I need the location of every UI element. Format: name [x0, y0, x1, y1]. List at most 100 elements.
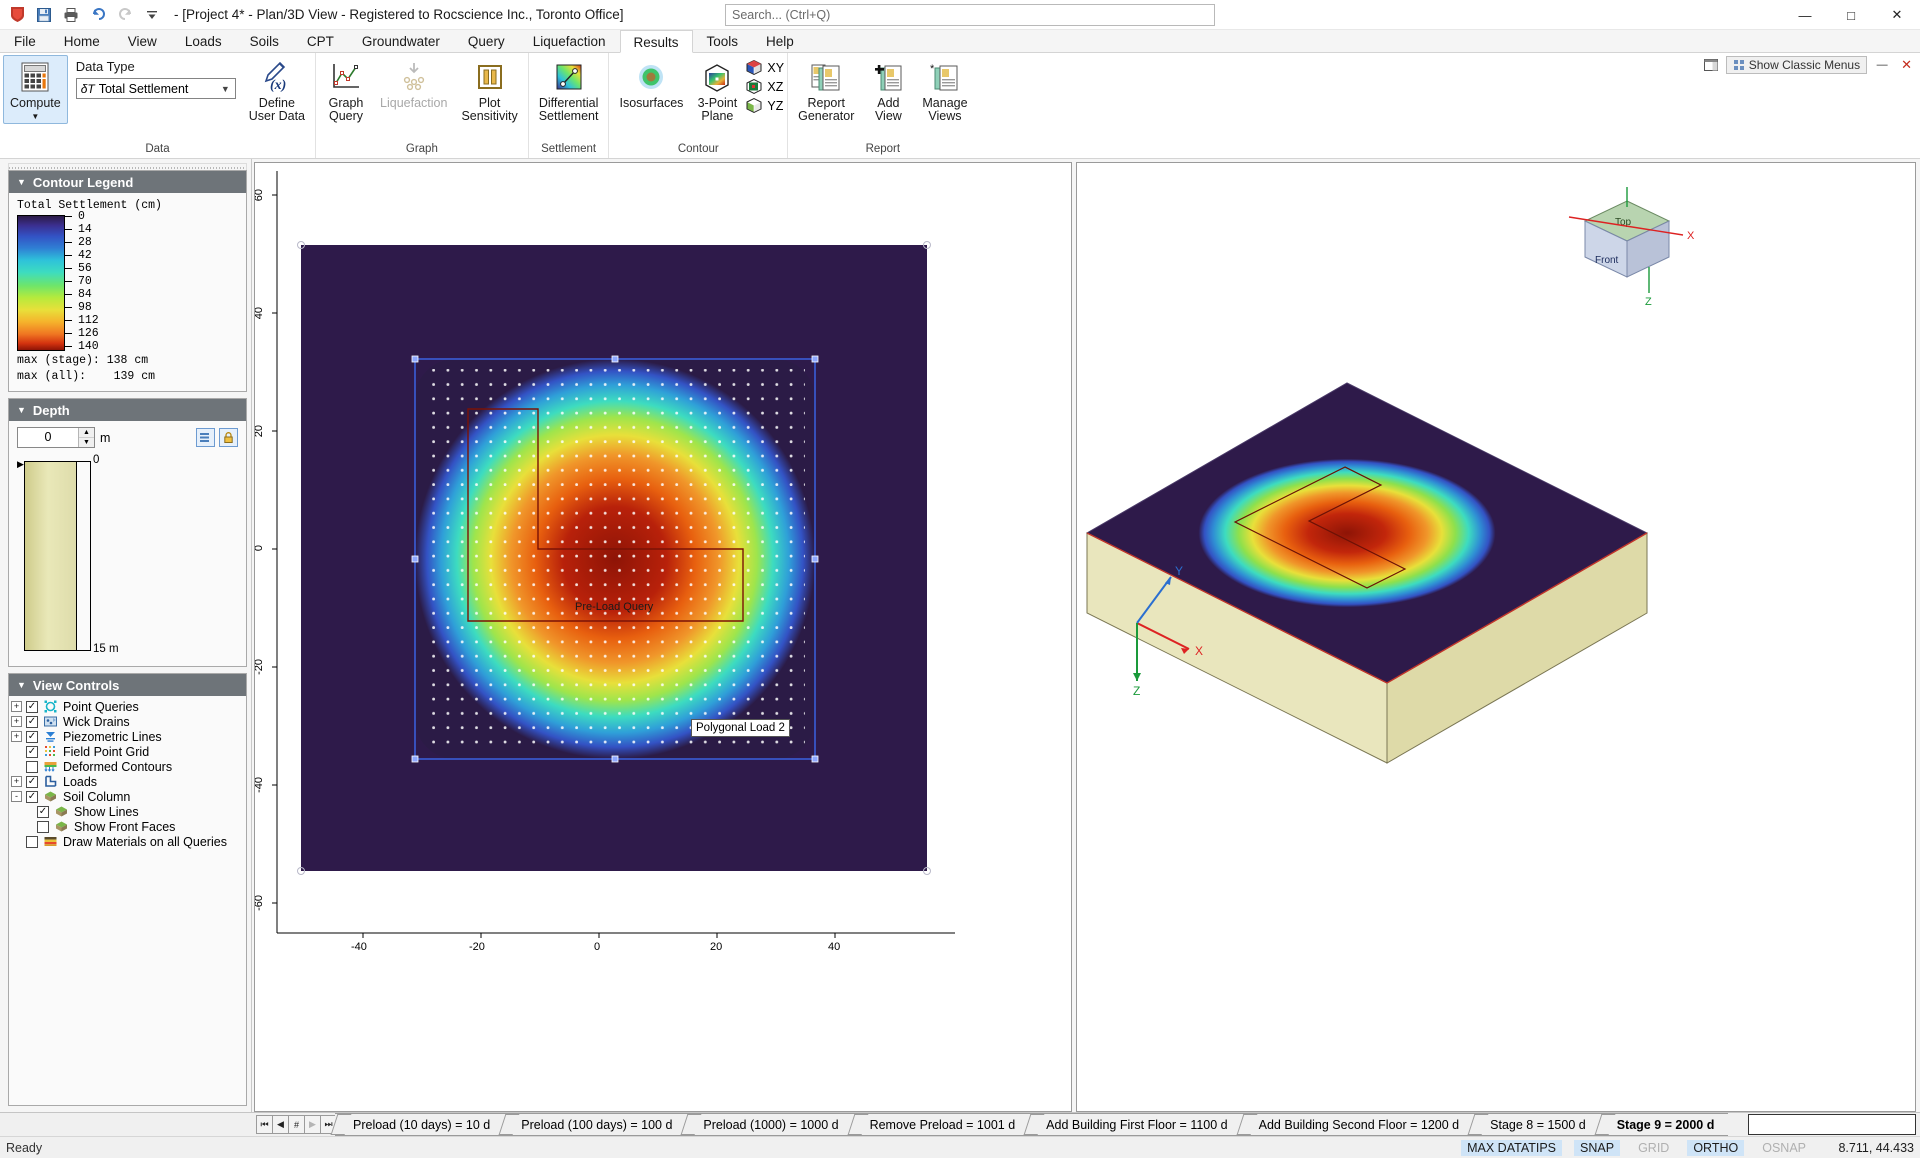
- iso-3d-view[interactable]: X Y Z Top Front: [1076, 162, 1916, 1112]
- depth-header[interactable]: ▼ Depth: [9, 399, 246, 421]
- tree-item-show-lines[interactable]: ✓ Show Lines: [11, 804, 244, 819]
- tab-view[interactable]: View: [114, 29, 171, 52]
- collapse-icon[interactable]: -: [11, 791, 22, 802]
- plot-sensitivity-button[interactable]: Plot Sensitivity: [454, 55, 524, 124]
- tree-item-wick-drains[interactable]: + ✓ Wick Drains: [11, 714, 244, 729]
- checkbox-piezometric-lines[interactable]: ✓: [26, 731, 38, 743]
- xy-plane-button[interactable]: XY: [744, 59, 784, 76]
- add-view-button[interactable]: Add View: [861, 55, 915, 124]
- tab-home[interactable]: Home: [50, 29, 114, 52]
- customize-qat-icon[interactable]: [140, 3, 164, 27]
- print-icon[interactable]: [59, 3, 83, 27]
- checkbox-draw-materials[interactable]: [26, 836, 38, 848]
- layers-icon[interactable]: [196, 428, 215, 447]
- tab-query[interactable]: Query: [454, 29, 519, 52]
- save-icon[interactable]: [32, 3, 56, 27]
- depth-stepper[interactable]: 0 ▲ ▼: [17, 427, 95, 448]
- stage-tab-2[interactable]: Preload (1000) = 1000 d: [685, 1113, 852, 1136]
- tab-file[interactable]: File: [0, 29, 50, 52]
- sidebar-gripper[interactable]: [8, 163, 247, 170]
- isosurfaces-button[interactable]: Isosurfaces: [612, 55, 690, 111]
- stage-tab-4[interactable]: Add Building First Floor = 1100 d: [1028, 1113, 1241, 1136]
- graph-query-button[interactable]: Graph Query: [319, 55, 373, 124]
- three-point-plane-button[interactable]: 3-Point Plane: [690, 55, 744, 124]
- tab-groundwater[interactable]: Groundwater: [348, 29, 454, 52]
- app-logo-icon[interactable]: [5, 3, 29, 27]
- plan-view-canvas[interactable]: Pre-Load Query: [255, 163, 1072, 1112]
- stage-tab-7[interactable]: Stage 9 = 2000 d: [1599, 1113, 1729, 1136]
- tree-item-point-queries[interactable]: + ✓ Point Queries: [11, 699, 244, 714]
- view-controls-header[interactable]: ▼ View Controls: [9, 674, 246, 696]
- expand-icon[interactable]: +: [11, 716, 22, 727]
- tree-item-piezometric-lines[interactable]: + ✓ Piezometric Lines: [11, 729, 244, 744]
- tab-loads[interactable]: Loads: [171, 29, 236, 52]
- redo-icon[interactable]: [113, 3, 137, 27]
- status-chip-ortho[interactable]: ORTHO: [1687, 1140, 1744, 1156]
- stage-prev-button[interactable]: ◀: [272, 1115, 289, 1134]
- tree-item-loads[interactable]: + ✓ Loads: [11, 774, 244, 789]
- plan-view[interactable]: Pre-Load Query: [254, 162, 1072, 1112]
- data-type-combo[interactable]: δT Total Settlement ▼: [76, 78, 236, 99]
- stage-first-button[interactable]: ⏮: [256, 1115, 273, 1134]
- search-input[interactable]: Search... (Ctrl+Q): [725, 4, 1215, 26]
- status-chip-osnap[interactable]: OSNAP: [1756, 1140, 1812, 1156]
- tab-liquefaction[interactable]: Liquefaction: [519, 29, 620, 52]
- status-chip-grid[interactable]: GRID: [1632, 1140, 1675, 1156]
- depth-spin-down-icon[interactable]: ▼: [79, 438, 94, 447]
- tab-help[interactable]: Help: [752, 29, 808, 52]
- minimize-ribbon-button[interactable]: —: [1873, 56, 1891, 74]
- stage-tab-6[interactable]: Stage 8 = 1500 d: [1472, 1113, 1600, 1136]
- checkbox-show-front-faces[interactable]: [37, 821, 49, 833]
- undo-icon[interactable]: [86, 3, 110, 27]
- expand-icon[interactable]: +: [11, 701, 22, 712]
- close-document-button[interactable]: ✕: [1897, 57, 1916, 73]
- stage-tab-5[interactable]: Add Building Second Floor = 1200 d: [1241, 1113, 1474, 1136]
- report-generator-button[interactable]: Report Generator: [791, 55, 861, 124]
- expand-icon[interactable]: +: [11, 731, 22, 742]
- compute-button[interactable]: Compute ▼: [3, 55, 68, 124]
- stage-tab-1[interactable]: Preload (100 days) = 100 d: [503, 1113, 686, 1136]
- xz-plane-button[interactable]: XZ: [744, 78, 784, 95]
- liquefaction-button[interactable]: Liquefaction: [373, 55, 454, 111]
- stage-overflow-field[interactable]: [1748, 1114, 1916, 1135]
- differential-settlement-button[interactable]: Differential Settlement: [532, 55, 606, 124]
- depth-spin-up-icon[interactable]: ▲: [79, 428, 94, 438]
- status-chip-snap[interactable]: SNAP: [1574, 1140, 1620, 1156]
- tab-cpt[interactable]: CPT: [293, 29, 348, 52]
- tree-item-soil-column[interactable]: - ✓ Soil Column: [11, 789, 244, 804]
- tree-item-field-point-grid[interactable]: ✓ Field Point Grid: [11, 744, 244, 759]
- contour-legend-header[interactable]: ▼ Contour Legend: [9, 171, 246, 193]
- checkbox-field-point-grid[interactable]: ✓: [26, 746, 38, 758]
- define-user-data-button[interactable]: (x) Define User Data: [242, 55, 312, 124]
- manage-views-button[interactable]: * Manage Views: [915, 55, 974, 124]
- expand-icon[interactable]: +: [11, 776, 22, 787]
- checkbox-loads[interactable]: ✓: [26, 776, 38, 788]
- status-chip-max-datatips[interactable]: MAX DATATIPS: [1461, 1140, 1562, 1156]
- iso-view-canvas[interactable]: X Y Z Top Front: [1077, 163, 1737, 1112]
- checkbox-show-lines[interactable]: ✓: [37, 806, 49, 818]
- stage-tab-3[interactable]: Remove Preload = 1001 d: [852, 1113, 1030, 1136]
- close-button[interactable]: ✕: [1874, 0, 1920, 30]
- tab-soils[interactable]: Soils: [236, 29, 293, 52]
- polygonal-load-2-callout[interactable]: Polygonal Load 2: [691, 719, 790, 737]
- panel-toggle-icon[interactable]: [1702, 56, 1720, 74]
- checkbox-point-queries[interactable]: ✓: [26, 701, 38, 713]
- stage-number-button[interactable]: #: [288, 1115, 305, 1134]
- depth-marker-icon[interactable]: ▶: [17, 459, 24, 470]
- tree-item-draw-materials[interactable]: Draw Materials on all Queries: [11, 834, 244, 849]
- tab-tools[interactable]: Tools: [693, 29, 753, 52]
- tab-results[interactable]: Results: [620, 30, 693, 53]
- stage-next-button[interactable]: ▶: [304, 1115, 321, 1134]
- show-classic-menus-button[interactable]: Show Classic Menus: [1726, 56, 1867, 74]
- checkbox-wick-drains[interactable]: ✓: [26, 716, 38, 728]
- yz-plane-button[interactable]: YZ: [744, 97, 784, 114]
- maximize-button[interactable]: □: [1828, 0, 1874, 30]
- checkbox-deformed-contours[interactable]: [26, 761, 38, 773]
- lock-icon[interactable]: [219, 428, 238, 447]
- depth-value[interactable]: 0: [18, 428, 78, 447]
- tree-item-show-front-faces[interactable]: Show Front Faces: [11, 819, 244, 834]
- stage-tab-0[interactable]: Preload (10 days) = 10 d: [335, 1113, 504, 1136]
- tree-item-deformed-contours[interactable]: Deformed Contours: [11, 759, 244, 774]
- checkbox-soil-column[interactable]: ✓: [26, 791, 38, 803]
- minimize-button[interactable]: —: [1782, 0, 1828, 30]
